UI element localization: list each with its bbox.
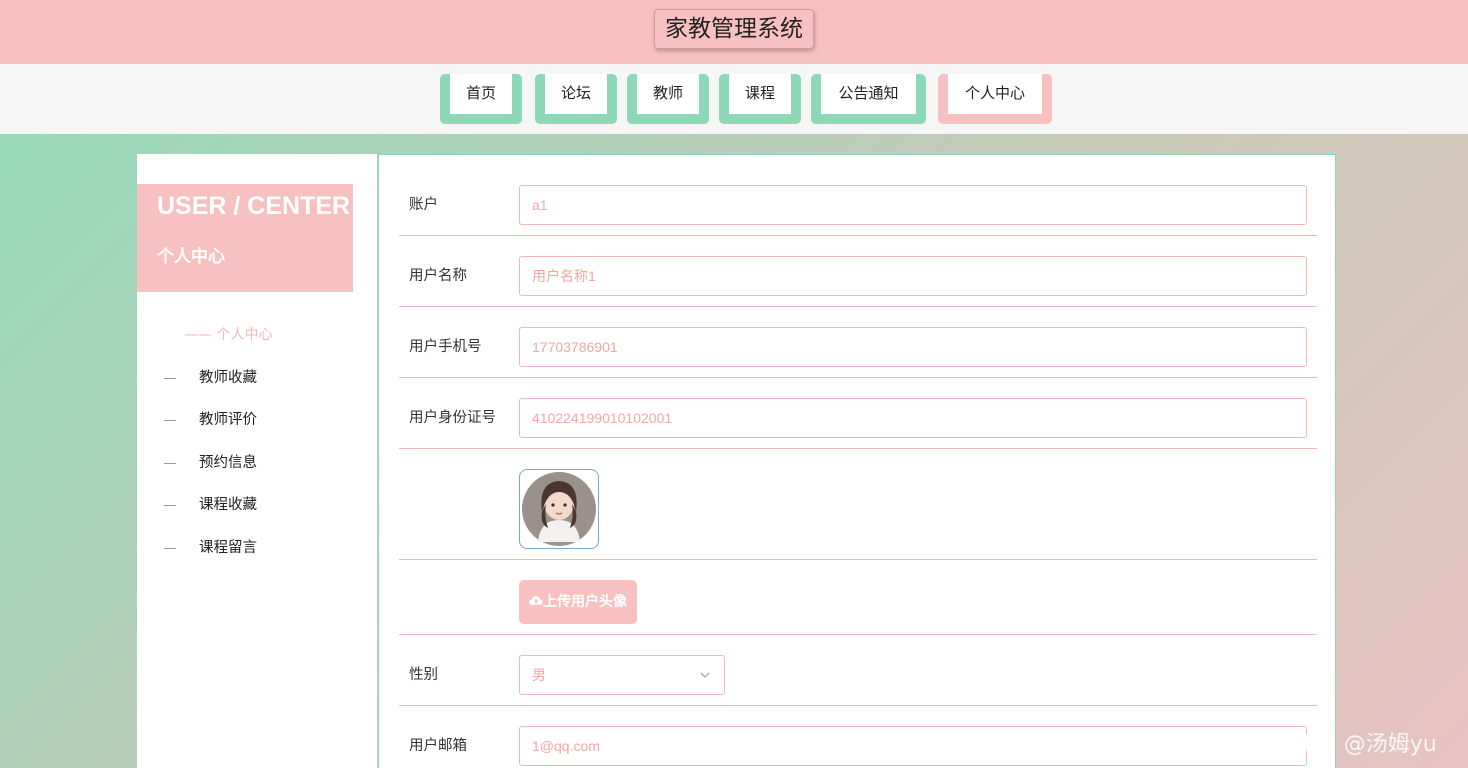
dash-icon <box>164 504 176 506</box>
sidebar-item-course-messages[interactable]: 课程留言 <box>164 536 257 558</box>
gender-label: 性别 <box>409 667 438 683</box>
form-row-email: 用户邮箱 1@qq.com <box>399 706 1317 768</box>
dash-icon <box>164 547 176 549</box>
nav-item-label: 教师 <box>637 74 699 114</box>
nav-item-home[interactable]: 首页 <box>440 74 522 124</box>
phone-input[interactable]: 17703786901 <box>519 327 1307 367</box>
dash-icon <box>164 462 176 464</box>
nav-item-forum[interactable]: 论坛 <box>535 74 617 124</box>
sidebar-item-teacher-favorites[interactable]: 教师收藏 <box>164 366 257 388</box>
watermark: CSDN @汤姆yu <box>1274 732 1437 757</box>
gender-select[interactable]: 男 <box>519 655 725 695</box>
account-label: 账户 <box>409 197 438 213</box>
account-input[interactable]: a1 <box>519 185 1307 225</box>
nav-item-label: 论坛 <box>545 74 607 114</box>
cloud-upload-icon <box>529 596 543 605</box>
email-label: 用户邮箱 <box>409 738 467 754</box>
nav-item-user-center[interactable]: 个人中心 <box>938 74 1052 124</box>
sidebar-item-label: 课程留言 <box>199 540 257 556</box>
nav-item-label: 个人中心 <box>948 74 1042 114</box>
id-card-input[interactable]: 410224199010102001 <box>519 398 1307 438</box>
nav-item-course[interactable]: 课程 <box>719 74 801 124</box>
site-title: 家教管理系统 <box>654 9 814 49</box>
nav-item-label: 课程 <box>729 74 791 114</box>
form-row-upload: 上传用户头像 <box>399 560 1317 635</box>
sidebar-item-label: 教师收藏 <box>199 370 257 386</box>
form-row-account: 账户 a1 <box>399 165 1317 236</box>
profile-form: 账户 a1 用户名称 用户名称1 用户手机号 17703786901 用户身份证… <box>378 154 1336 768</box>
sidebar-item-label: 教师评价 <box>199 412 257 428</box>
form-row-avatar <box>399 449 1317 560</box>
form-row-gender: 性别 男 <box>399 635 1317 706</box>
sidebar-item-label: 课程收藏 <box>199 497 257 513</box>
nav-item-label: 公告通知 <box>821 74 916 114</box>
username-input[interactable]: 用户名称1 <box>519 256 1307 296</box>
form-row-username: 用户名称 用户名称1 <box>399 236 1317 307</box>
sidebar-header: USER / CENTER 个人中心 <box>137 184 353 292</box>
phone-label: 用户手机号 <box>409 339 482 355</box>
nav-item-teacher[interactable]: 教师 <box>627 74 709 124</box>
sidebar-title-cn: 个人中心 <box>157 247 225 267</box>
upload-avatar-button[interactable]: 上传用户头像 <box>519 580 637 624</box>
nav-item-label: 首页 <box>450 74 512 114</box>
avatar[interactable] <box>519 469 599 549</box>
gender-selected-value: 男 <box>532 667 546 683</box>
sidebar-item-label: 预约信息 <box>199 455 257 471</box>
form-row-id-card: 用户身份证号 410224199010102001 <box>399 378 1317 449</box>
form-row-phone: 用户手机号 17703786901 <box>399 307 1317 378</box>
top-header: 家教管理系统 <box>0 0 1468 64</box>
sidebar-item-user-center[interactable]: —— 个人中心 <box>184 324 272 344</box>
username-label: 用户名称 <box>409 268 467 284</box>
sidebar-item-teacher-reviews[interactable]: 教师评价 <box>164 408 257 430</box>
avatar-illustration <box>522 472 596 546</box>
main-nav: 首页 论坛 教师 课程 公告通知 个人中心 <box>0 64 1468 134</box>
sidebar: USER / CENTER 个人中心 —— 个人中心 教师收藏 教师评价 预约信… <box>137 154 377 768</box>
dash-icon <box>164 419 176 421</box>
sidebar-item-bookings[interactable]: 预约信息 <box>164 451 257 473</box>
email-input[interactable]: 1@qq.com <box>519 726 1307 766</box>
id-card-label: 用户身份证号 <box>409 410 496 426</box>
sidebar-title-en: USER / CENTER <box>157 192 351 220</box>
chevron-down-icon <box>700 672 710 678</box>
sidebar-item-course-favorites[interactable]: 课程收藏 <box>164 493 257 515</box>
dash-icon <box>164 377 176 379</box>
nav-item-notice[interactable]: 公告通知 <box>811 74 926 124</box>
upload-button-label: 上传用户头像 <box>543 594 627 610</box>
